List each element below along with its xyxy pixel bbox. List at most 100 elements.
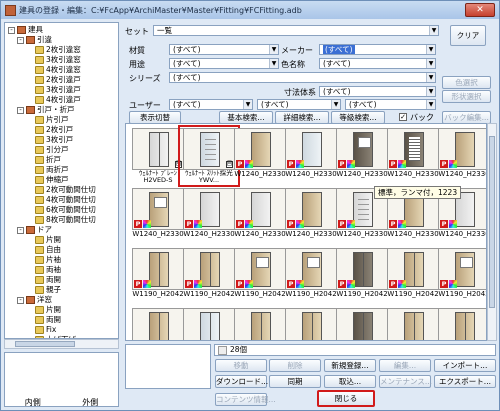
tree-item[interactable]: 2枚引違戸 (26, 75, 81, 85)
tree-item[interactable]: 8枚可動間仕切 (26, 215, 96, 225)
fitting-item[interactable] (438, 308, 486, 340)
import-button[interactable]: インポート... (434, 359, 496, 372)
tree-item[interactable]: 3枚引違窓 (26, 55, 81, 65)
use-select[interactable]: (すべて) ▼ (169, 58, 279, 69)
new-register-button[interactable]: 新規登録... (324, 359, 376, 372)
fitting-item[interactable]: P W1190_H2042 (438, 248, 486, 304)
tree-horizontal-scrollbar[interactable] (4, 339, 119, 349)
tree-item[interactable]: 片開 (26, 235, 61, 245)
fitting-item-grid[interactable]: 回ｳｪﾙﾅｰﾄ ﾌﾟﾚｰﾝ H2VED-S 回ｳｪﾙﾅｰﾄ ｽﾘｯﾄ採光 YWV.… (125, 123, 487, 341)
contents-info-button[interactable]: コンテンツ情報... (215, 393, 276, 406)
fitting-item[interactable]: P W1240_H2330 (234, 188, 286, 244)
tree-item[interactable]: 4枚可動間仕切 (26, 195, 96, 205)
tree-item[interactable]: - 引戸・折戸 (17, 105, 75, 115)
tree-item[interactable]: 自由 (26, 245, 61, 255)
grid-vertical-scrollbar[interactable] (487, 123, 497, 341)
tree-item[interactable]: 両開 (26, 315, 61, 325)
fetch-button[interactable]: 取込... (324, 375, 376, 388)
tree-item[interactable]: 両袖 (26, 265, 61, 275)
user-select-2[interactable]: (すべて) ▼ (257, 99, 341, 110)
maker-select-value: (すべて) (323, 45, 355, 54)
tree-item[interactable]: 2枚可動間仕切 (26, 185, 96, 195)
tree-item[interactable]: 3枚引戸 (26, 135, 73, 145)
fitting-item[interactable]: P W1240_H2330 (234, 128, 286, 184)
fitting-item[interactable]: P W1190_H2042 (387, 248, 439, 304)
clear-button[interactable]: クリア (450, 25, 486, 46)
collapse-toggle-icon[interactable]: - (17, 226, 24, 234)
category-tree[interactable]: - 建具 - 引違 2枚引違窓 3枚引違窓 4枚引違窓 2枚引違戸 3枚引違戸 4枚引違戸 - 引戸・… (4, 22, 119, 339)
user-select-3[interactable]: (すべて) ▼ (345, 99, 436, 110)
fitting-item[interactable] (336, 308, 388, 340)
back-checkbox[interactable]: ✓ (399, 113, 407, 121)
edit-button[interactable]: 編集... (379, 359, 431, 372)
tree-item[interactable]: Fix (26, 325, 56, 335)
tree-item[interactable]: - ドア (17, 225, 52, 235)
fitting-item[interactable]: P W1240_H2330 (183, 188, 235, 244)
fitting-item[interactable]: P W1190_H2042 (336, 248, 388, 304)
color-name-select[interactable]: (すべて) ▼ (319, 58, 436, 69)
tree-item[interactable]: 伸縮戸 (26, 175, 69, 185)
tree-item[interactable]: 2枚引違窓 (26, 45, 81, 55)
fitting-item[interactable]: P W1240_H2330 (336, 128, 388, 184)
fitting-item[interactable]: P W1240_H2330 (438, 128, 486, 184)
collapse-toggle-icon[interactable]: - (17, 106, 24, 114)
tree-item[interactable]: - 洋窓 (17, 295, 52, 305)
fitting-item[interactable] (387, 308, 439, 340)
delete-button[interactable]: 削除 (269, 359, 321, 372)
color-select-button[interactable]: 色選択 (442, 76, 491, 89)
move-button[interactable]: 移動 (215, 359, 267, 372)
collapse-toggle-icon[interactable]: - (8, 26, 15, 34)
tree-item[interactable]: 折戸 (26, 155, 61, 165)
tree-item[interactable]: 4枚引違戸 (26, 95, 81, 105)
tree-item[interactable]: 引分戸 (26, 145, 69, 155)
scrollbar-thumb[interactable] (15, 341, 75, 347)
tree-item[interactable]: - 引違 (17, 35, 52, 45)
close-button[interactable]: 閉じる (317, 390, 375, 407)
user-select-1[interactable]: (すべて) ▼ (169, 99, 253, 110)
tree-item[interactable]: 両折戸 (26, 165, 69, 175)
tree-item[interactable]: 片袖 (26, 255, 61, 265)
fitting-item[interactable]: P W1240_H2330 (387, 128, 439, 184)
scrollbar-thumb[interactable] (489, 136, 495, 308)
fitting-item[interactable]: P W1190_H2042 (132, 248, 184, 304)
tree-item[interactable]: 片引戸 (26, 115, 69, 125)
fitting-item[interactable]: P W1240_H2330 (285, 188, 337, 244)
fitting-item[interactable]: 回ｳｪﾙﾅｰﾄ ｽﾘｯﾄ採光 YWV... (178, 125, 240, 187)
series-select[interactable]: (すべて) ▼ (169, 72, 436, 83)
fitting-item[interactable] (285, 308, 337, 340)
tree-item[interactable]: 3枚引違戸 (26, 85, 81, 95)
window-close-button[interactable]: ✕ (465, 3, 495, 17)
dimension-select[interactable]: (すべて) ▼ (319, 86, 436, 97)
tree-item[interactable]: 両開 (26, 275, 61, 285)
tree-item[interactable]: 4枚引違窓 (26, 65, 81, 75)
collapse-toggle-icon[interactable]: - (17, 296, 24, 304)
fitting-item[interactable] (234, 308, 286, 340)
folder-icon (35, 276, 44, 284)
tree-item[interactable]: 6枚可動間仕切 (26, 205, 96, 215)
tab-outer[interactable]: 外側 (62, 396, 120, 410)
tree-item[interactable]: - 建具 (8, 25, 43, 35)
fitting-item[interactable]: 回ｳｪﾙﾅｰﾄ ﾌﾟﾚｰﾝ H2VED-S (132, 128, 184, 184)
tab-inner[interactable]: 内側 (4, 396, 62, 410)
fitting-item[interactable]: P W1240_H2330 (285, 128, 337, 184)
maintenance-button[interactable]: メンテナンス... (379, 375, 432, 388)
export-button[interactable]: エクスポート... (434, 375, 496, 388)
p-badge-icon: P (236, 280, 244, 288)
shape-select-button[interactable]: 形状選択 (442, 90, 491, 103)
collapse-toggle-icon[interactable]: - (17, 36, 24, 44)
sync-button[interactable]: 同期 (269, 375, 321, 388)
tree-item[interactable]: 2枚引戸 (26, 125, 73, 135)
fitting-item[interactable]: P W1190_H2042 (183, 248, 235, 304)
fitting-item[interactable]: P W1240_H2330 (132, 188, 184, 244)
material-select[interactable]: (すべて) ▼ (169, 44, 279, 55)
set-select[interactable]: 一覧 ▼ (153, 25, 439, 36)
download-button[interactable]: ダウンロード... (215, 375, 268, 388)
fitting-item[interactable] (132, 308, 184, 340)
maker-select[interactable]: (すべて) ▼ (319, 44, 436, 55)
fitting-item[interactable]: P W1190_H2042 (285, 248, 337, 304)
tree-item[interactable]: 親子 (26, 285, 61, 295)
fitting-item[interactable] (183, 308, 235, 340)
tree-item[interactable]: 片開 (26, 305, 61, 315)
tree-item-label: 2枚引違戸 (46, 75, 81, 84)
fitting-item[interactable]: P W1190_H2042 (234, 248, 286, 304)
